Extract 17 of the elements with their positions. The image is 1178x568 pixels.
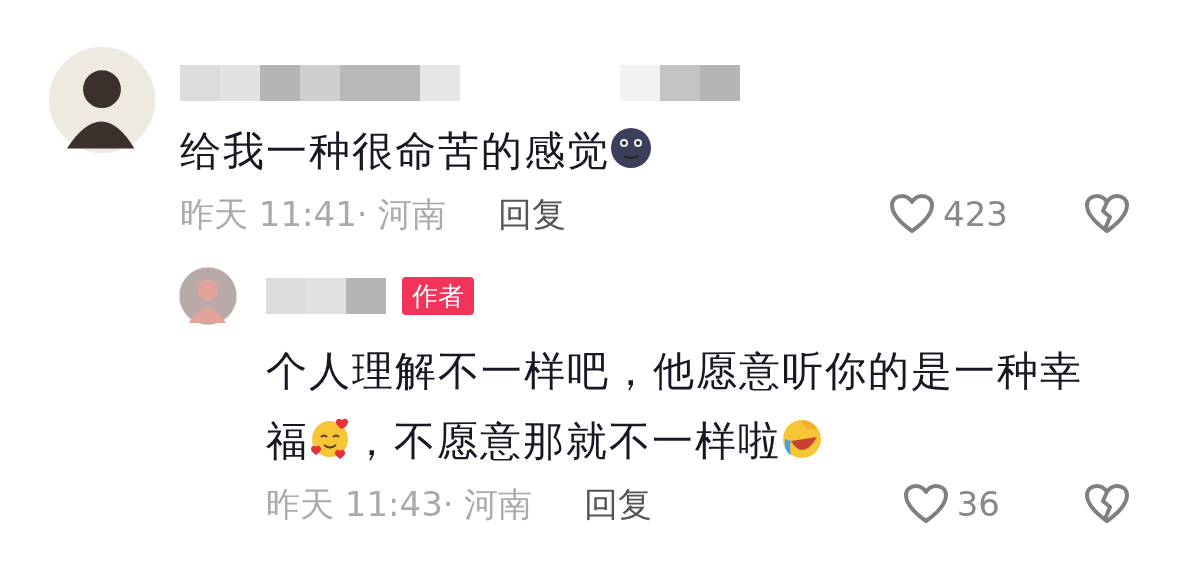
like-count: 423 [943, 192, 1008, 236]
comment-meta: 昨天 11:43· 河南 [266, 482, 533, 526]
emoji-icon [610, 127, 652, 171]
reply-link[interactable]: 回复 [584, 478, 653, 530]
emoji-icon [309, 417, 351, 461]
like-icon[interactable] [889, 193, 936, 235]
like-count: 36 [956, 482, 1000, 526]
like-icon[interactable] [902, 483, 949, 525]
emoji-icon [781, 417, 823, 461]
comment-text: 给我一种很命苦的感觉 [180, 116, 1130, 186]
reply-link[interactable]: 回复 [498, 188, 567, 240]
dislike-icon[interactable] [1084, 193, 1130, 235]
author-tag: 作者 [402, 277, 474, 315]
comment-text: 个人理解不一样吧，他愿意听你的是一种幸福 ，不愿意那就不一样啦 [266, 346, 1084, 467]
avatar[interactable] [48, 46, 156, 154]
comment-meta: 昨天 11:41· 河南 [180, 192, 447, 236]
dislike-icon[interactable] [1084, 483, 1130, 525]
